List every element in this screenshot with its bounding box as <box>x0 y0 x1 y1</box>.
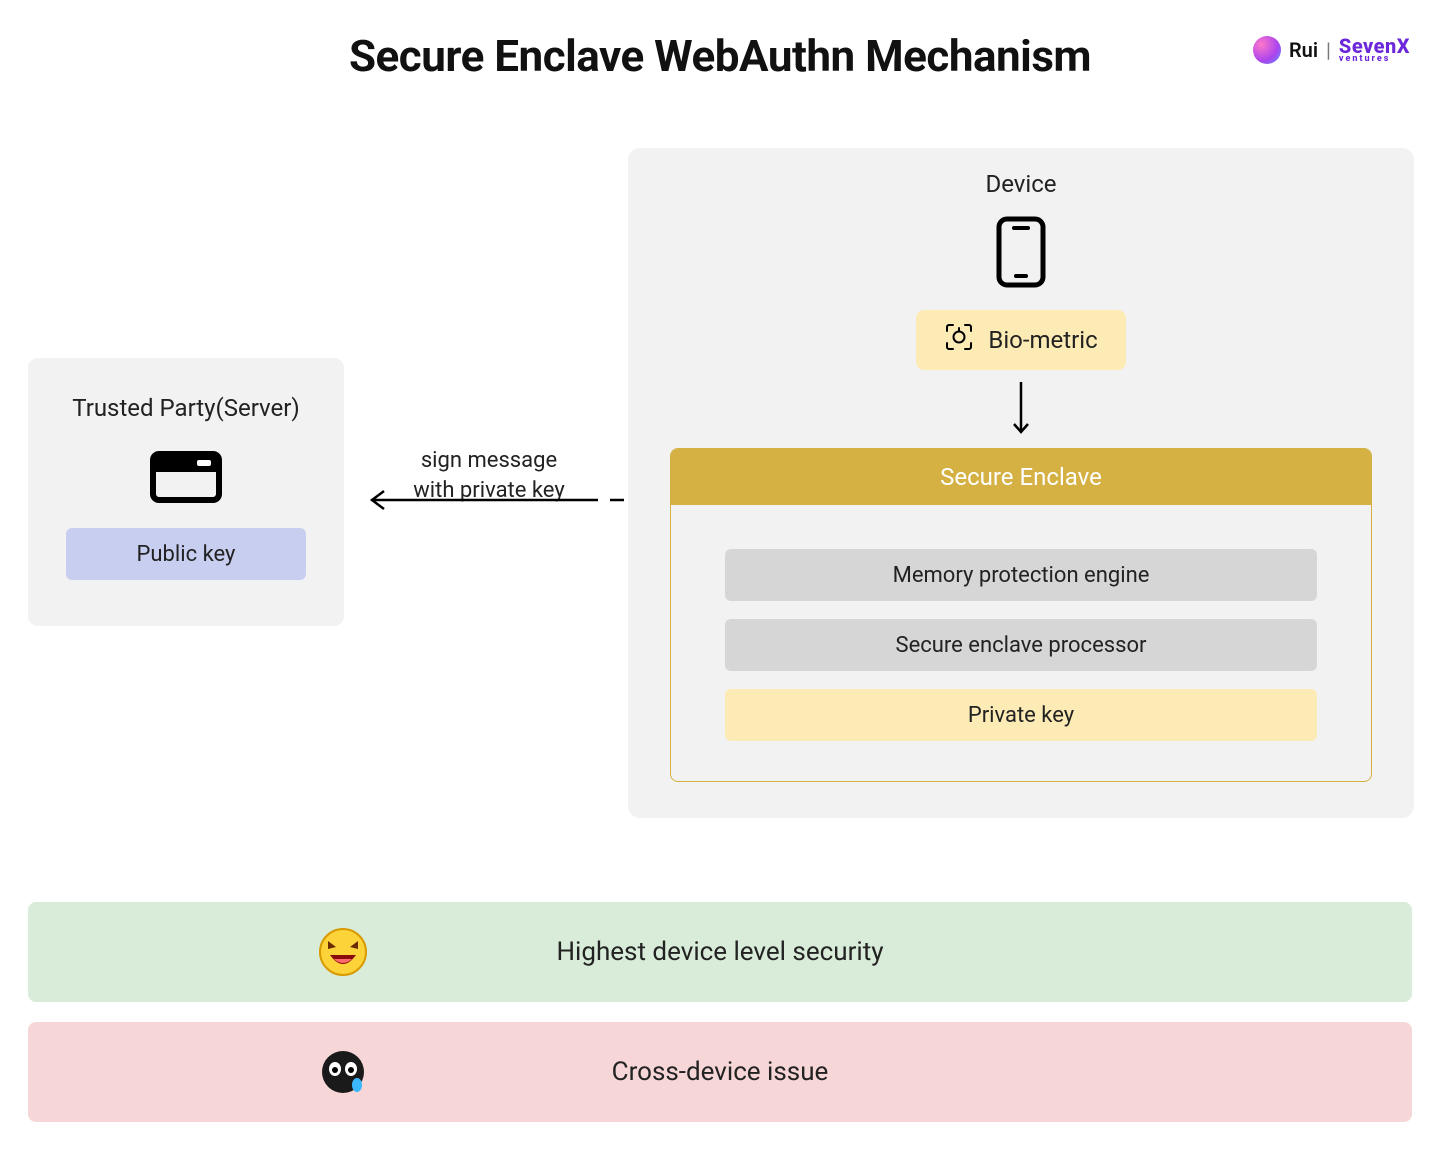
secure-enclave-header: Secure Enclave <box>671 449 1371 505</box>
arrow-label-line1: sign message <box>421 448 557 473</box>
biometric-label: Bio-metric <box>988 326 1097 354</box>
pro-bar: Highest device level security <box>28 902 1412 1002</box>
face-id-icon <box>944 322 974 358</box>
arrow-left-icon <box>354 488 624 512</box>
sevenx-logo-sub: ventures <box>1339 55 1390 63</box>
enclave-processor-row: Secure enclave processor <box>725 619 1317 671</box>
biometric-badge: Bio-metric <box>916 310 1125 370</box>
page-title: Secure Enclave WebAuthn Mechanism <box>0 30 1440 82</box>
con-label: Cross-device issue <box>612 1057 829 1087</box>
public-key-badge: Public key <box>66 528 306 580</box>
branding-separator: | <box>1326 38 1331 62</box>
arrow-down-icon <box>1011 380 1031 442</box>
trusted-party-title: Trusted Party(Server) <box>72 394 299 422</box>
sad-emoji-icon <box>318 1047 368 1097</box>
trusted-party-panel: Trusted Party(Server) Public key <box>28 358 344 626</box>
memory-protection-row: Memory protection engine <box>725 549 1317 601</box>
secure-enclave-body: Memory protection engine Secure enclave … <box>671 505 1371 781</box>
pro-label: Highest device level security <box>556 937 883 967</box>
laughing-emoji-icon <box>318 927 368 977</box>
footer: Highest device level security Cross-devi… <box>28 902 1412 1122</box>
author-avatar <box>1253 36 1281 64</box>
private-key-row: Private key <box>725 689 1317 741</box>
sevenx-logo: SevenX ventures <box>1339 37 1410 63</box>
phone-icon <box>996 216 1046 292</box>
branding: Rui | SevenX ventures <box>1253 36 1410 64</box>
server-icon <box>149 450 223 508</box>
page-title-row: Secure Enclave WebAuthn Mechanism <box>0 30 1440 82</box>
sevenx-logo-main: SevenX <box>1339 37 1410 55</box>
device-panel: Device Bio-metric Secure Enclave Memory … <box>628 148 1414 818</box>
secure-enclave-box: Secure Enclave Memory protection engine … <box>670 448 1372 782</box>
device-title: Device <box>985 170 1056 198</box>
author-name: Rui <box>1289 38 1318 62</box>
con-bar: Cross-device issue <box>28 1022 1412 1122</box>
